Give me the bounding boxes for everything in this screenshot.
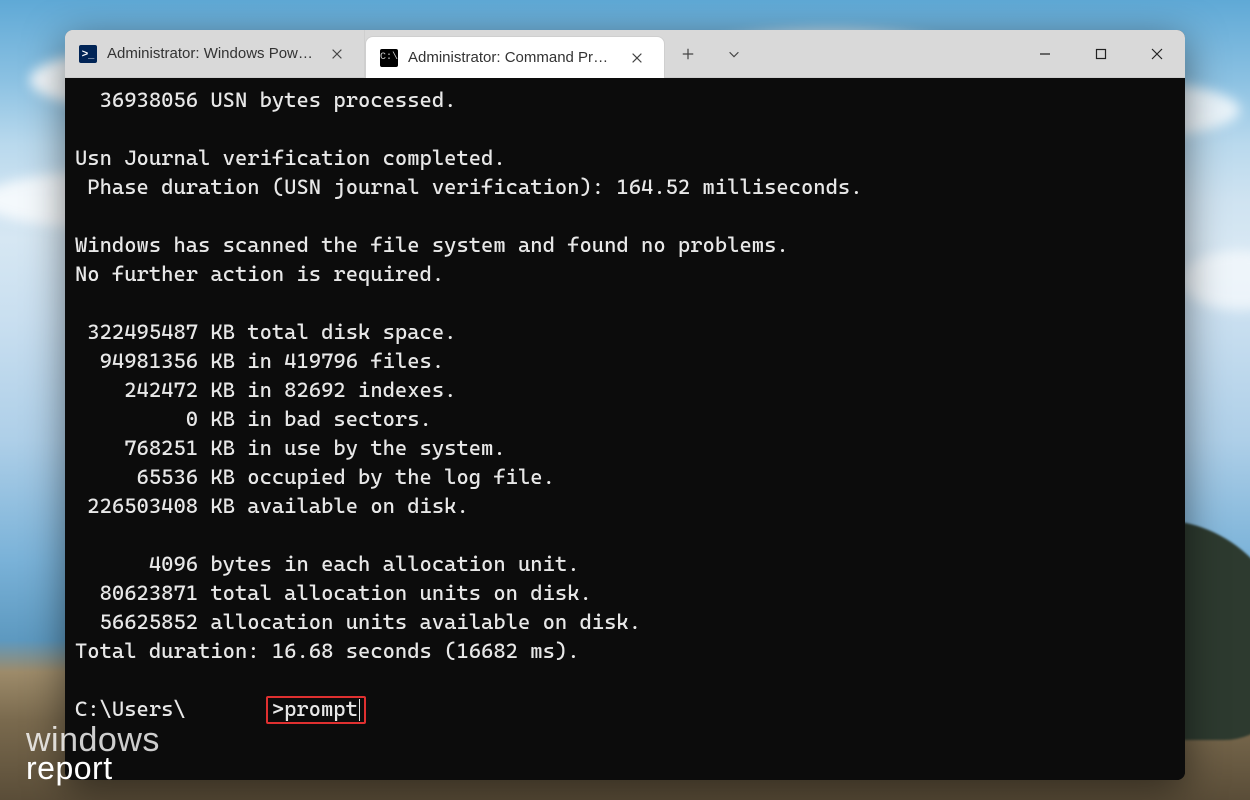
highlighted-command: >prompt	[266, 696, 366, 724]
desktop-wallpaper: >_ Administrator: Windows PowerShell C:\…	[0, 0, 1250, 800]
tab-strip: >_ Administrator: Windows PowerShell C:\…	[65, 30, 665, 77]
typed-command: prompt	[284, 695, 358, 724]
terminal-output[interactable]: 36938056 USN bytes processed. Usn Journa…	[65, 78, 1185, 780]
minimize-button[interactable]	[1017, 30, 1073, 77]
window-buttons	[1017, 30, 1185, 77]
new-tab-button[interactable]	[665, 30, 711, 77]
tab-cmd[interactable]: C:\ Administrator: Command Prompt	[365, 36, 665, 78]
cmd-icon: C:\	[380, 49, 398, 67]
close-tab-button[interactable]	[624, 45, 650, 71]
maximize-icon	[1095, 48, 1107, 60]
titlebar[interactable]: >_ Administrator: Windows PowerShell C:\…	[65, 30, 1185, 78]
powershell-icon: >_	[79, 45, 97, 63]
tab-title: Administrator: Command Prompt	[408, 49, 614, 66]
terminal-window: >_ Administrator: Windows PowerShell C:\…	[65, 30, 1185, 780]
watermark: windows report	[26, 726, 160, 782]
close-tab-button[interactable]	[324, 41, 350, 67]
minimize-icon	[1039, 48, 1051, 60]
cloud-decoration	[1180, 250, 1250, 310]
maximize-button[interactable]	[1073, 30, 1129, 77]
text-caret	[359, 699, 360, 721]
titlebar-drag-region[interactable]	[757, 30, 1017, 77]
tab-title: Administrator: Windows PowerShell	[107, 45, 314, 62]
close-icon	[1151, 48, 1163, 60]
prompt-prefix: C:\Users\	[75, 695, 186, 724]
prompt-gt: >	[272, 695, 284, 724]
terminal-text: 36938056 USN bytes processed. Usn Journa…	[75, 88, 863, 663]
close-icon	[630, 51, 644, 65]
tab-dropdown-button[interactable]	[711, 30, 757, 77]
prompt-line: C:\Users\ >prompt	[75, 695, 1175, 724]
watermark-line1: windows	[26, 721, 160, 759]
chevron-down-icon	[727, 47, 741, 61]
close-icon	[330, 47, 344, 61]
tab-powershell[interactable]: >_ Administrator: Windows PowerShell	[65, 30, 365, 77]
plus-icon	[681, 47, 695, 61]
close-window-button[interactable]	[1129, 30, 1185, 77]
